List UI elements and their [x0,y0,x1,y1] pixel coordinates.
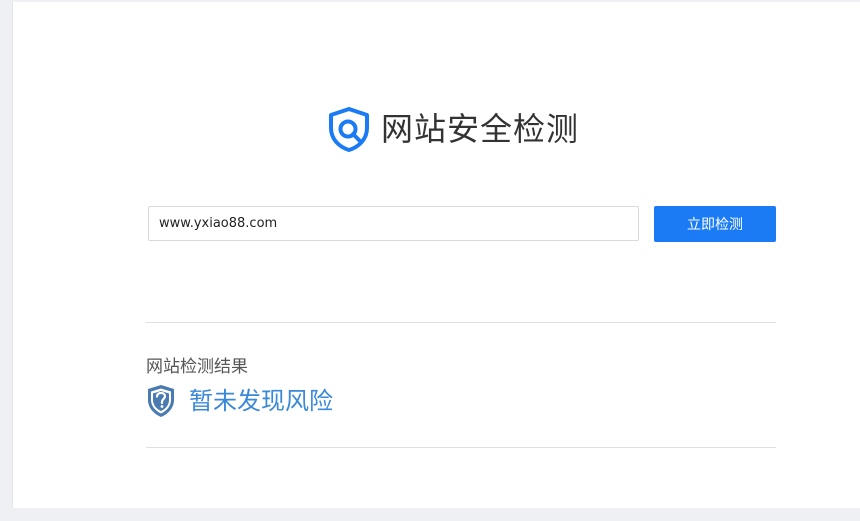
divider-top [146,322,776,323]
url-input[interactable] [148,206,639,241]
brand-header: 网站安全检测 [327,106,579,152]
result-label: 网站检测结果 [146,357,248,377]
shield-question-icon [148,385,174,417]
result-status: 暂未发现风险 [189,387,333,415]
check-now-button[interactable]: 立即检测 [654,206,776,242]
main-panel: 网站安全检测 立即检测 网站检测结果 暂未发现风险 [12,2,860,508]
result-row: 暂未发现风险 [146,384,333,418]
page-title: 网站安全检测 [381,110,580,148]
shield-search-icon [329,107,369,152]
divider-bottom [146,447,776,448]
